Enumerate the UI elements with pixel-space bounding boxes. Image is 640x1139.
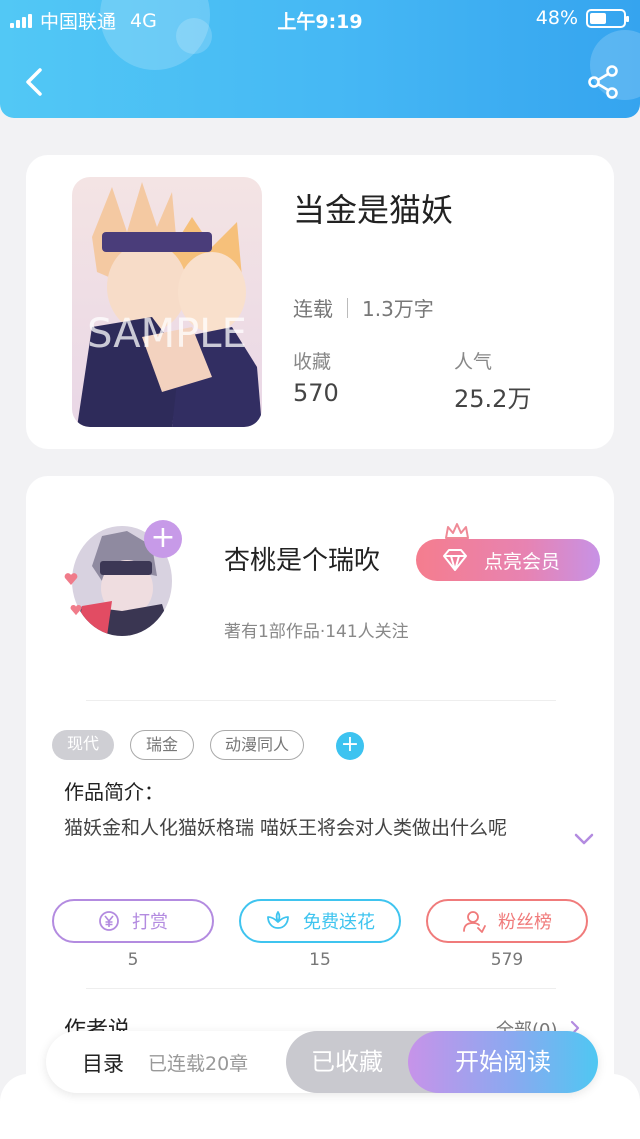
book-cover-image[interactable]: SAMPLE [72, 177, 262, 427]
section-divider [86, 988, 556, 989]
serial-status: 连载 [293, 297, 333, 321]
cover-watermark: SAMPLE [87, 311, 247, 357]
follow-plus-button[interactable]: + [144, 520, 182, 558]
yen-icon [99, 911, 119, 931]
favorited-label: 已收藏 [311, 1048, 383, 1076]
tag-chip[interactable]: 现代 [52, 730, 114, 760]
battery-icon [586, 8, 629, 28]
diamond-icon [443, 549, 467, 571]
send-flower-label: 免费送花 [303, 912, 375, 933]
bottom-action-bar: 目录 已连载20章 已收藏 开始阅读 [46, 1031, 598, 1093]
user-icon [463, 911, 486, 933]
fan-count: 579 [490, 950, 524, 970]
author-stats: 著有1部作品·141人关注 [224, 622, 409, 642]
popularity-label: 人气 [454, 351, 493, 373]
send-flower-button[interactable]: 免费送花 [239, 899, 401, 943]
favorites-label: 收藏 [293, 351, 332, 373]
vip-button-label: 点亮会员 [484, 550, 561, 573]
start-reading-label: 开始阅读 [455, 1048, 551, 1076]
word-count: 1.3万字 [362, 297, 434, 321]
share-button[interactable] [586, 64, 620, 100]
tag-chip[interactable]: 瑞金 [130, 730, 194, 760]
tip-count: 5 [127, 950, 139, 970]
flower-count: 15 [309, 950, 331, 970]
favorites-count: 570 [293, 379, 339, 407]
synopsis-heading: 作品简介： [64, 780, 164, 804]
author-details-card: + 杏桃是个瑞吹 点亮会员 著有1部作品·141人关注 现代 瑞金 动漫同人 +… [26, 476, 614, 1096]
tag-chip[interactable]: 动漫同人 [210, 730, 304, 760]
top-header: 中国联通 4G 上午9:19 48% [0, 0, 640, 118]
book-info-card: SAMPLE 当金是猫妖 连载 1.3万字 收藏 570 人气 25.2万 [26, 155, 614, 449]
synopsis-text: 猫妖金和人化猫妖格瑞 喵妖王将会对人类做出什么呢 [64, 817, 508, 839]
status-bar: 中国联通 4G 上午9:19 48% [0, 0, 640, 36]
tip-button-label: 打赏 [132, 912, 168, 933]
vip-button[interactable]: 点亮会员 [416, 539, 600, 581]
heart-decor-icon [70, 604, 82, 616]
chapter-count-status[interactable]: 已连载20章 [148, 1049, 248, 1076]
battery-percent: 48% [535, 7, 578, 29]
start-reading-button[interactable]: 开始阅读 [408, 1031, 598, 1093]
tip-button[interactable]: 打赏 [52, 899, 214, 943]
section-divider [86, 700, 556, 701]
book-title: 当金是猫妖 [293, 191, 454, 229]
table-of-contents-link[interactable]: 目录 [82, 1048, 124, 1078]
popularity-count: 25.2万 [454, 385, 532, 413]
back-button[interactable] [20, 64, 50, 100]
flower-icon [267, 911, 289, 929]
chevron-down-icon[interactable] [572, 831, 596, 847]
divider [347, 297, 348, 318]
fan-ranking-label: 粉丝榜 [498, 912, 552, 933]
heart-decor-icon [64, 573, 78, 585]
author-name[interactable]: 杏桃是个瑞吹 [224, 540, 380, 577]
book-status-line: 连载 1.3万字 [293, 293, 434, 322]
fan-ranking-button[interactable]: 粉丝榜 [426, 899, 588, 943]
add-tag-button[interactable]: + [336, 732, 364, 760]
